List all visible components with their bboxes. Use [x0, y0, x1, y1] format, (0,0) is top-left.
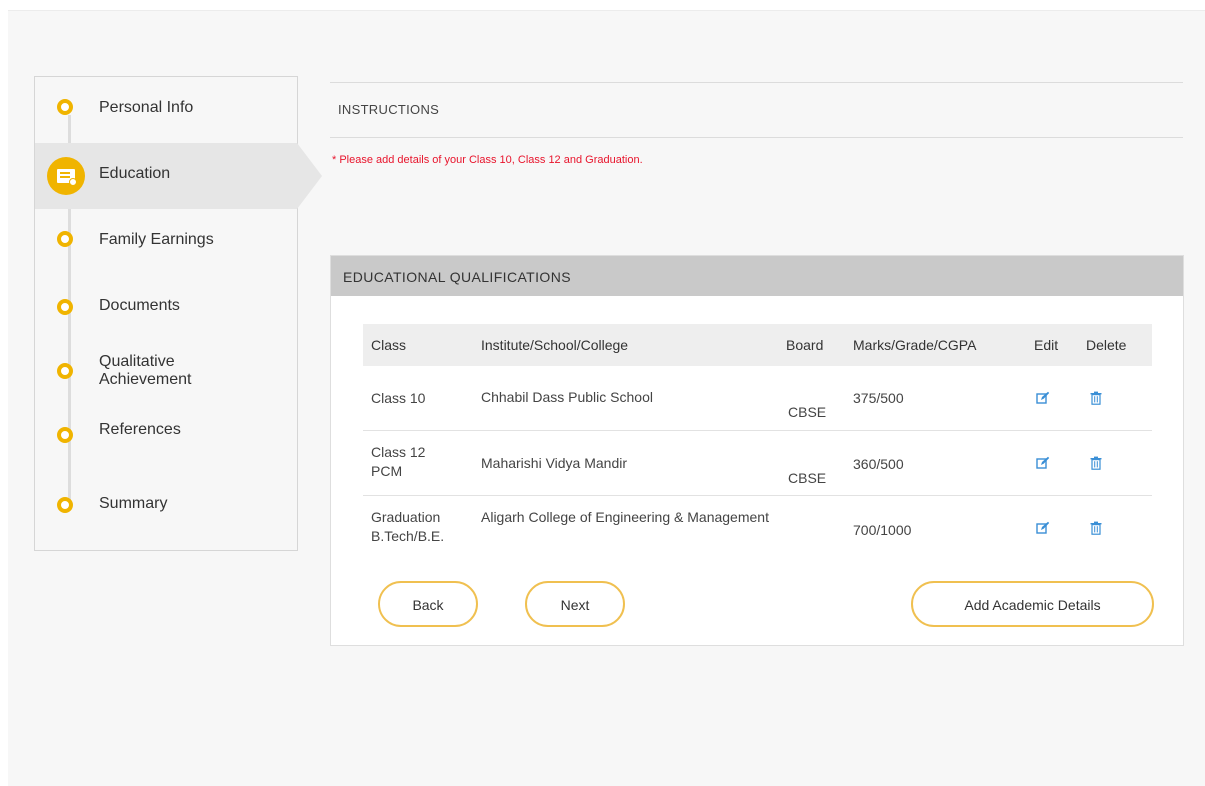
instructions-title: INSTRUCTIONS — [338, 102, 440, 117]
row-institute: Maharishi Vidya Mandir — [481, 455, 628, 471]
trash-icon[interactable] — [1089, 391, 1103, 405]
row-marks: 375/500 — [853, 390, 904, 406]
step-education[interactable]: Education — [35, 143, 322, 209]
step-label: References — [99, 421, 181, 438]
column-header-marks: Marks/Grade/CGPA — [853, 337, 977, 353]
step-label: Education — [99, 165, 171, 182]
trash-icon[interactable] — [1089, 456, 1103, 470]
step-dot-icon — [57, 299, 73, 315]
step-label: Documents — [99, 297, 180, 314]
edit-icon[interactable] — [1036, 456, 1050, 470]
column-header-delete: Delete — [1086, 337, 1127, 353]
table-row: Graduation B.Tech/B.E. Aligarh College o… — [363, 496, 1152, 560]
column-header-institute: Institute/School/College — [481, 337, 629, 353]
step-documents[interactable]: Documents — [35, 275, 297, 341]
table-header-row: Class Institute/School/College Board Mar… — [363, 324, 1152, 366]
row-class: Class 10 — [371, 390, 426, 406]
step-label: Personal Info — [99, 99, 194, 116]
qualifications-panel: EDUCATIONAL QUALIFICATIONS Class Institu… — [330, 255, 1184, 646]
edit-icon[interactable] — [1036, 391, 1050, 405]
next-button[interactable]: Next — [525, 581, 625, 627]
step-sidebar: Personal Info Education Family Earnings … — [34, 76, 322, 551]
column-header-edit: Edit — [1034, 337, 1059, 353]
add-academic-details-button[interactable]: Add Academic Details — [911, 581, 1154, 627]
instructions-header: INSTRUCTIONS — [330, 82, 1183, 138]
row-class: Graduation B.Tech/B.E. — [371, 509, 445, 544]
row-marks: 700/1000 — [853, 522, 912, 538]
qualifications-table: Class Institute/School/College Board Mar… — [363, 324, 1152, 560]
back-button[interactable]: Back — [378, 581, 478, 627]
step-qualitative-achievement[interactable]: Qualitative Achievement — [35, 341, 297, 407]
education-certificate-icon — [47, 157, 85, 195]
step-dot-icon — [57, 363, 73, 379]
step-summary[interactable]: Summary — [35, 473, 297, 539]
trash-icon[interactable] — [1089, 521, 1103, 535]
column-header-class: Class — [371, 337, 407, 353]
step-personal-info[interactable]: Personal Info — [35, 77, 297, 143]
row-class: Class 12 PCM — [371, 444, 426, 479]
table-row: Class 10 Chhabil Dass Public School CBSE… — [363, 366, 1152, 431]
step-family-earnings[interactable]: Family Earnings — [35, 209, 297, 275]
row-board: CBSE — [788, 470, 827, 486]
qualifications-title: EDUCATIONAL QUALIFICATIONS — [343, 269, 571, 285]
qualifications-header: EDUCATIONAL QUALIFICATIONS — [331, 256, 1183, 296]
column-header-board: Board — [786, 337, 824, 353]
step-references[interactable]: References — [35, 407, 297, 473]
step-label: Summary — [99, 495, 168, 512]
row-institute: Aligarh College of Engineering & Managem… — [481, 509, 769, 525]
step-dot-icon — [57, 231, 73, 247]
row-institute: Chhabil Dass Public School — [481, 389, 653, 405]
step-dot-icon — [57, 427, 73, 443]
step-label: Family Earnings — [99, 231, 214, 248]
row-board: CBSE — [788, 404, 827, 420]
edit-icon[interactable] — [1036, 521, 1050, 535]
table-row: Class 12 PCM Maharishi Vidya Mandir CBSE… — [363, 431, 1152, 496]
instruction-note: * Please add details of your Class 10, C… — [332, 154, 643, 166]
step-label: Qualitative Achievement — [99, 353, 192, 388]
step-dot-icon — [57, 99, 73, 115]
step-dot-icon — [57, 497, 73, 513]
row-marks: 360/500 — [853, 456, 904, 472]
